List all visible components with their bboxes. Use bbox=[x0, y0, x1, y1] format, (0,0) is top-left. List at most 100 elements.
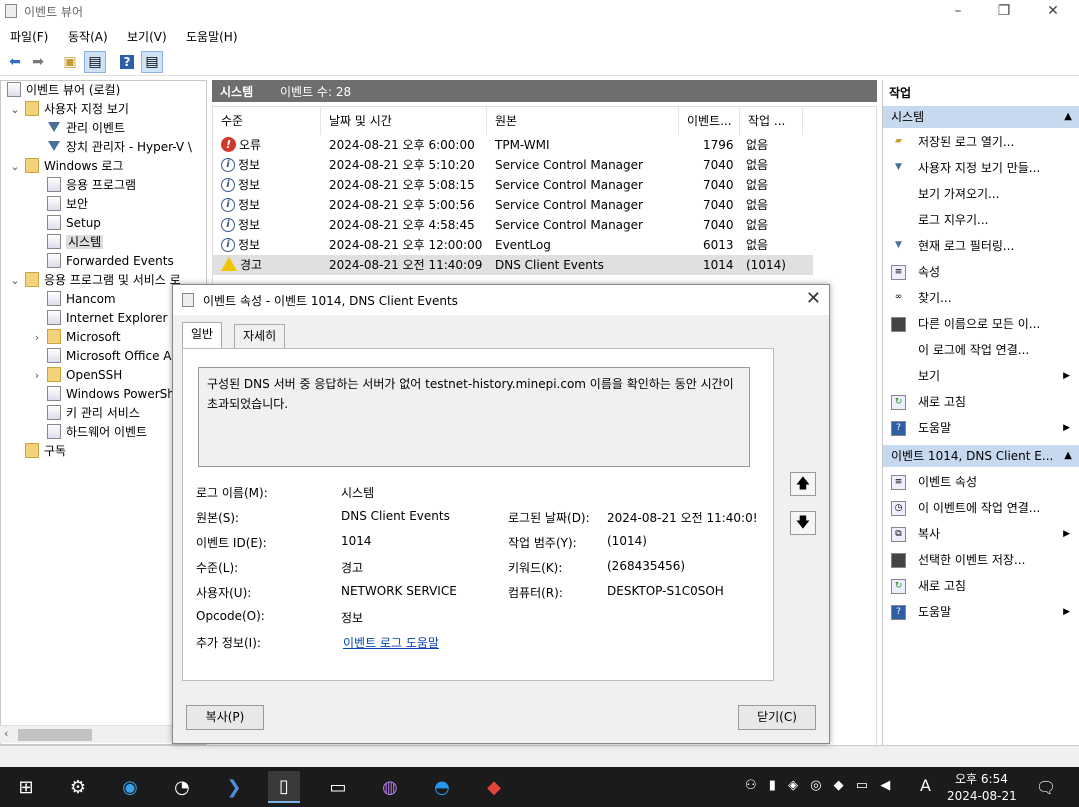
table-row-selected[interactable]: 경고 2024-08-21 오전 11:40:09 DNS Client Eve… bbox=[213, 255, 813, 275]
restore-button[interactable]: ❐ bbox=[981, 0, 1027, 22]
action-help-event[interactable]: ? 도움말 ▶ bbox=[883, 599, 1079, 625]
clock-app-icon[interactable]: ◔ bbox=[166, 771, 198, 803]
column-header-datetime[interactable]: 날짜 및 시간 bbox=[321, 107, 487, 135]
tree-item-event-viewer-local[interactable]: 이벤트 뷰어 (로컬) bbox=[7, 81, 120, 100]
chevron-right-icon[interactable]: › bbox=[31, 366, 43, 385]
clock-date[interactable]: 2024-08-21 bbox=[947, 789, 1017, 803]
previous-event-button[interactable]: 🡅 bbox=[790, 472, 816, 496]
action-view[interactable]: 보기 ▶ bbox=[883, 363, 1079, 389]
copy-button[interactable]: 복사(P) bbox=[186, 705, 264, 730]
start-icon[interactable]: ⊞ bbox=[10, 771, 42, 803]
back-icon[interactable]: ⬅ bbox=[4, 51, 26, 73]
remote-desktop-icon[interactable]: ▭ bbox=[322, 771, 354, 803]
up-folder-icon[interactable]: ▣ bbox=[59, 51, 81, 73]
clock-time[interactable]: 오후 6:54 bbox=[955, 770, 1008, 787]
tree-item-admin-events[interactable]: 관리 이벤트 bbox=[47, 119, 125, 138]
tree-item-subscriptions[interactable]: 구독 bbox=[25, 442, 66, 461]
edge-icon[interactable]: ◉ bbox=[114, 771, 146, 803]
show-hide-tree-icon[interactable]: ▤ bbox=[84, 51, 106, 73]
action-find[interactable]: ∞ 찾기... bbox=[883, 285, 1079, 311]
tree-item-windows-powershell[interactable]: Windows PowerSh bbox=[47, 385, 175, 404]
forward-icon[interactable]: ➡ bbox=[27, 51, 49, 73]
show-hide-action-icon[interactable]: ▤ bbox=[141, 51, 163, 73]
tree-item-microsoft-office[interactable]: Microsoft Office A bbox=[47, 347, 171, 366]
menu-help[interactable]: 도움말(H) bbox=[186, 28, 238, 45]
tree-item-internet-explorer[interactable]: Internet Explorer bbox=[47, 309, 167, 328]
help-icon[interactable]: ? bbox=[116, 51, 138, 73]
column-header-level[interactable]: 수준 bbox=[213, 107, 321, 135]
minimize-button[interactable]: – bbox=[935, 0, 981, 22]
tree-item-custom-views[interactable]: ⌄ 사용자 지정 보기 bbox=[10, 100, 129, 119]
table-row[interactable]: i 정보 2024-08-21 오후 12:00:00 EventLog 6013… bbox=[213, 235, 813, 255]
powershell-icon[interactable]: ❯ bbox=[218, 771, 250, 803]
pi-network-icon[interactable]: ◍ bbox=[374, 771, 406, 803]
action-import-view[interactable]: 보기 가져오기... bbox=[883, 181, 1079, 207]
dialog-close-icon[interactable]: ✕ bbox=[806, 288, 821, 309]
tree-item-hancom[interactable]: Hancom bbox=[47, 290, 116, 309]
action-save-selected-event[interactable]: 선택한 이벤트 저장... bbox=[883, 547, 1079, 573]
anydesk-icon[interactable]: ◆ bbox=[478, 771, 510, 803]
event-viewer-taskbar-icon[interactable]: ▯ bbox=[268, 771, 300, 803]
tree-item-app-services-logs[interactable]: ⌄ 응용 프로그램 및 서비스 로 bbox=[10, 271, 181, 290]
table-row[interactable]: i 정보 2024-08-21 오후 5:10:20 Service Contro… bbox=[213, 155, 813, 175]
column-header-task[interactable]: 작업 ... bbox=[740, 107, 803, 135]
action-properties[interactable]: ≡ 속성 bbox=[883, 259, 1079, 285]
collapse-up-icon[interactable]: ▲ bbox=[1064, 106, 1072, 128]
column-header-source[interactable]: 원본 bbox=[487, 107, 679, 135]
tree-item-openssh[interactable]: › OpenSSH bbox=[35, 366, 122, 385]
menu-view[interactable]: 보기(V) bbox=[127, 28, 167, 45]
tree-item-forwarded-events[interactable]: Forwarded Events bbox=[47, 252, 174, 271]
action-event-properties[interactable]: ≡ 이벤트 속성 bbox=[883, 469, 1079, 495]
settings-gear-icon[interactable]: ⚙ bbox=[62, 771, 94, 803]
action-attach-task-to-log[interactable]: 이 로그에 작업 연결... bbox=[883, 337, 1079, 363]
next-event-button[interactable]: 🡇 bbox=[790, 511, 816, 535]
action-refresh[interactable]: ↻ 새로 고침 bbox=[883, 389, 1079, 415]
action-copy[interactable]: ⧉ 복사 ▶ bbox=[883, 521, 1079, 547]
scrollbar-thumb[interactable] bbox=[18, 729, 92, 741]
table-row[interactable]: i 정보 2024-08-21 오후 5:08:15 Service Contro… bbox=[213, 175, 813, 195]
tree-item-key-management[interactable]: 키 관리 서비스 bbox=[47, 404, 140, 423]
tray-icons[interactable]: ⚇ ▮ ◈ ◎ ◆ ▭ ◀ bbox=[745, 778, 894, 793]
menu-file[interactable]: 파일(F) bbox=[10, 28, 48, 45]
chevron-down-icon[interactable]: ⌄ bbox=[9, 157, 21, 176]
tree-item-windows-logs[interactable]: ⌄ Windows 로그 bbox=[10, 157, 123, 176]
tab-general[interactable]: 일반 bbox=[182, 322, 223, 349]
event-description[interactable]: 구성된 DNS 서버 중 응답하는 서버가 없어 testnet-history… bbox=[198, 367, 750, 467]
table-row[interactable]: i 정보 2024-08-21 오후 4:58:45 Service Contro… bbox=[213, 215, 813, 235]
scroll-left-icon[interactable]: ‹ bbox=[4, 727, 8, 740]
chevron-down-icon[interactable]: ⌄ bbox=[9, 100, 21, 119]
menu-action[interactable]: 동작(A) bbox=[68, 28, 108, 45]
tree-item-system[interactable]: 시스템 bbox=[47, 233, 104, 252]
actions-section-system[interactable]: 시스템 ▲ bbox=[883, 106, 1079, 128]
tree-item-setup[interactable]: Setup bbox=[47, 214, 101, 233]
event-log-help-link[interactable]: 이벤트 로그 도움말 bbox=[343, 634, 439, 651]
tab-details[interactable]: 자세히 bbox=[234, 324, 286, 348]
action-clear-log[interactable]: 로그 지우기... bbox=[883, 207, 1079, 233]
table-row[interactable]: ! 오류 2024-08-21 오후 6:00:00 TPM-WMI 1796 없… bbox=[213, 135, 813, 155]
ime-indicator[interactable]: A bbox=[920, 776, 931, 795]
tree-item-application[interactable]: 응용 프로그램 bbox=[47, 176, 136, 195]
column-header-event-id[interactable]: 이벤트... bbox=[679, 107, 740, 135]
tree-item-microsoft[interactable]: › Microsoft bbox=[35, 328, 121, 347]
action-refresh-event[interactable]: ↻ 새로 고침 bbox=[883, 573, 1079, 599]
chevron-down-icon[interactable]: ⌄ bbox=[9, 271, 21, 290]
docker-icon[interactable]: ◓ bbox=[426, 771, 458, 803]
close-window-button[interactable]: ✕ bbox=[1030, 0, 1076, 22]
tree-item-hardware-events[interactable]: 하드웨어 이벤트 bbox=[47, 423, 147, 442]
action-create-custom-view[interactable]: ▼ 사용자 지정 보기 만들... bbox=[883, 155, 1079, 181]
notification-icon[interactable]: 🗨 bbox=[1030, 771, 1062, 803]
action-help[interactable]: ? 도움말 ▶ bbox=[883, 415, 1079, 441]
table-row[interactable]: i 정보 2024-08-21 오후 5:00:56 Service Contro… bbox=[213, 195, 813, 215]
tree-item-hyperv[interactable]: 장치 관리자 - Hyper-V \ bbox=[47, 138, 192, 157]
tree-item-security[interactable]: 보안 bbox=[47, 195, 88, 214]
actions-section-event[interactable]: 이벤트 1014, DNS Client E... ▲ bbox=[883, 445, 1079, 467]
action-open-saved-log[interactable]: ▰ 저장된 로그 열기... bbox=[883, 129, 1079, 155]
collapse-up-icon[interactable]: ▲ bbox=[1064, 445, 1072, 467]
action-save-all-as[interactable]: 다른 이름으로 모든 이... bbox=[883, 311, 1079, 337]
chevron-right-icon[interactable]: › bbox=[31, 328, 43, 347]
close-button[interactable]: 닫기(C) bbox=[738, 705, 816, 730]
dialog-title-bar: 이벤트 속성 - 이벤트 1014, DNS Client Events ✕ bbox=[173, 285, 829, 315]
action-filter-current-log[interactable]: ▼ 현재 로그 필터링... bbox=[883, 233, 1079, 259]
action-attach-task-to-event[interactable]: ◷ 이 이벤트에 작업 연결... bbox=[883, 495, 1079, 521]
log-icon bbox=[47, 310, 61, 325]
